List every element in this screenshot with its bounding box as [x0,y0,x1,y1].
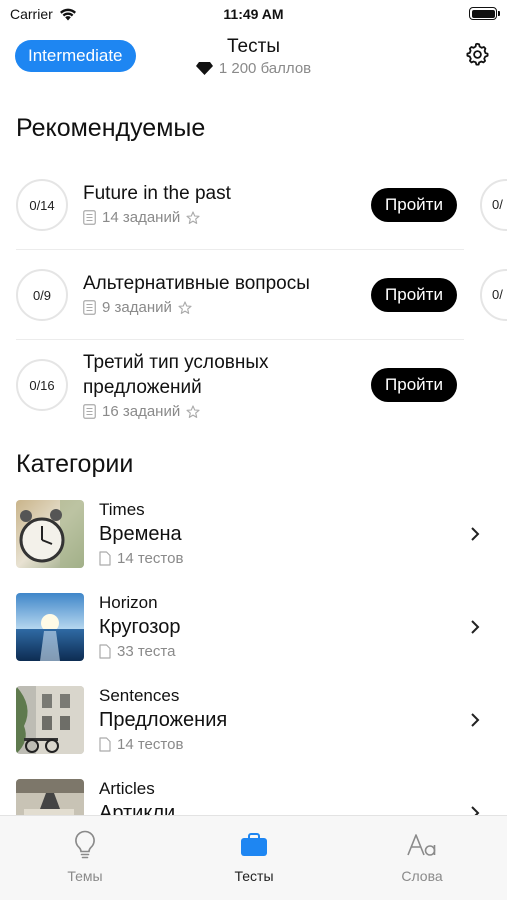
category-text: Times Времена 14 тестов [99,500,183,567]
start-test-button[interactable]: Пройти [371,188,457,222]
test-title: Альтернативные вопросы [83,273,310,294]
points-row: 1 200 баллов [0,60,507,77]
tab-bar: Темы Тесты Слова [0,815,507,900]
test-meta: 14 заданий [83,209,353,226]
category-text: Sentences Предложения 14 тестов [99,686,227,753]
progress-circle: 0/9 [16,269,68,321]
recommended-item[interactable]: 0/14 Future in the past 14 заданий Пройт… [0,160,480,250]
clock-image [16,500,84,568]
start-test-button[interactable]: Пройти [371,368,457,402]
category-meta: 14 тестов [99,736,227,753]
tab-label: Темы [67,868,103,884]
recommended-item[interactable]: 0/9 Альтернативные вопросы 9 заданий Про… [0,250,480,340]
document-list-icon [83,404,96,419]
document-icon [99,551,111,566]
document-icon [99,644,111,659]
tab-tests[interactable]: Тесты [194,830,314,884]
text-format-icon [407,834,436,856]
settings-gear-icon[interactable] [465,42,489,66]
building-image [16,686,84,754]
category-meta: 14 тестов [99,550,183,567]
test-count: 14 тестов [117,736,184,753]
recommended-text: Альтернативные вопросы 9 заданий [83,271,353,316]
battery-icon [469,7,500,20]
test-count: 14 тестов [117,550,184,567]
header: Intermediate Тесты 1 200 баллов [0,36,507,86]
categories-heading: Категории [16,450,134,478]
category-title-en: Horizon [99,593,158,612]
status-bar: Carrier 11:49 AM [0,0,507,28]
task-count: 9 заданий [102,299,172,316]
task-count: 14 заданий [102,209,181,226]
points-label: 1 200 баллов [218,60,312,77]
star-icon[interactable] [186,210,200,225]
star-icon[interactable] [186,404,200,419]
star-icon[interactable] [178,300,192,315]
category-row[interactable]: Sentences Предложения 14 тестов [0,686,507,766]
category-title-ru: Времена [99,523,182,545]
title-block: Тесты 1 200 баллов [0,36,507,77]
test-meta: 16 заданий [83,403,353,420]
tab-label: Тесты [234,868,274,884]
recommended-text: Третий тип условных предложений 16 задан… [83,350,353,420]
test-meta: 9 заданий [83,299,353,316]
briefcase-icon [241,833,267,856]
next-card-peek[interactable]: 0/ [480,179,507,231]
tab-words[interactable]: Слова [362,830,482,884]
category-title-en: Times [99,500,145,519]
category-text: Horizon Кругозор 33 теста [99,593,181,660]
recommended-text: Future in the past 14 заданий [83,181,353,226]
test-title: Третий тип условных предложений [83,352,269,398]
test-title: Future in the past [83,183,231,204]
start-test-button[interactable]: Пройти [371,278,457,312]
tab-topics[interactable]: Темы [25,830,145,884]
clock: 11:49 AM [223,6,284,22]
category-title-en: Articles [99,779,155,798]
test-count: 33 теста [117,643,176,660]
sea-horizon-image [16,593,84,661]
recommended-item[interactable]: 0/16 Третий тип условных предложений 16 … [0,340,480,430]
diamond-icon [195,62,213,75]
category-row[interactable]: Times Времена 14 тестов [0,500,507,580]
category-title-ru: Предложения [99,709,228,731]
chevron-right-icon [471,527,480,541]
progress-circle: 0/14 [16,179,68,231]
next-card-peek[interactable]: 0/ [480,269,507,321]
document-icon [99,737,111,752]
page-title: Тесты [227,36,280,57]
category-row[interactable]: Horizon Кругозор 33 теста [0,593,507,673]
chevron-right-icon [471,713,480,727]
lightbulb-icon [75,830,95,859]
task-count: 16 заданий [102,403,181,420]
tab-label: Слова [401,868,443,884]
progress-circle: 0/16 [16,359,68,411]
category-meta: 33 теста [99,643,181,660]
category-title-en: Sentences [99,686,180,705]
document-list-icon [83,210,96,225]
chevron-right-icon [471,620,480,634]
recommended-heading: Рекомендуемые [16,114,206,142]
category-title-ru: Кругозор [99,616,181,638]
document-list-icon [83,300,96,315]
